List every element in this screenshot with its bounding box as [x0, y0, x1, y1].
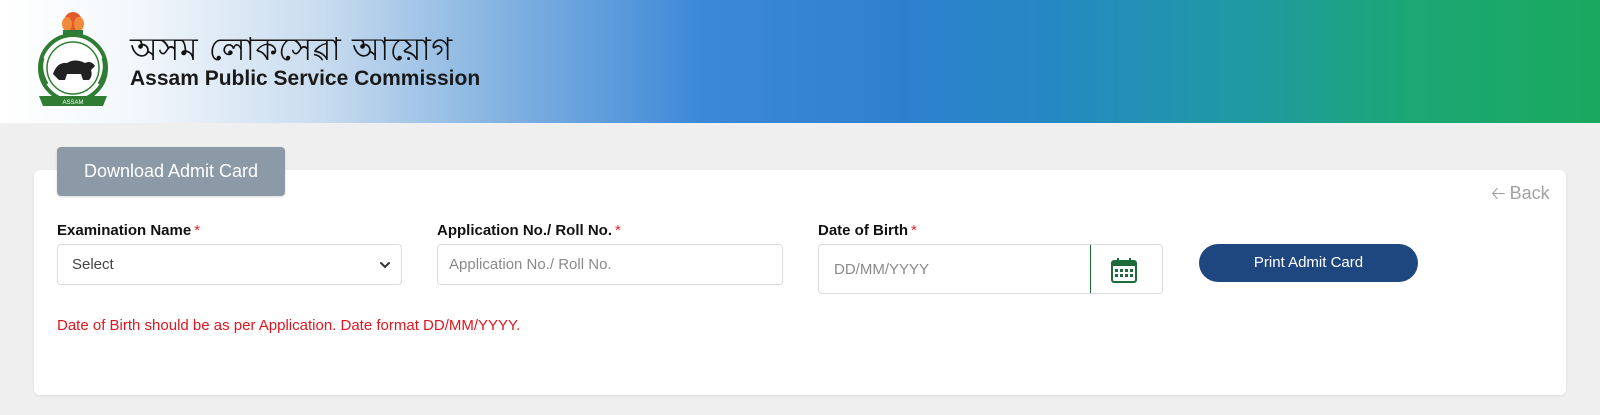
apsc-emblem-logo: ASSAM	[38, 12, 108, 106]
application-no-placeholder: Application No./ Roll No.	[449, 256, 612, 273]
back-link[interactable]: 🡠 Back	[1491, 181, 1550, 211]
required-asterisk: *	[615, 222, 621, 239]
dob-format-note: Date of Birth should be as per Applicati…	[57, 317, 521, 334]
site-title-english: Assam Public Service Commission	[130, 67, 481, 90]
print-admit-card-button[interactable]: Print Admit Card	[1199, 244, 1418, 282]
application-no-label: Application No./ Roll No. *	[437, 222, 621, 239]
required-asterisk: *	[194, 222, 201, 239]
application-no-label-text: Application No./ Roll No.	[437, 222, 612, 239]
arrow-left-icon: 🡠	[1491, 183, 1506, 203]
application-no-input[interactable]: Application No./ Roll No.	[437, 244, 783, 285]
tab-download-admit-card[interactable]: Download Admit Card	[57, 147, 285, 196]
dob-input-group: DD/MM/YYYY	[818, 244, 1163, 294]
dob-label-text: Date of Birth	[818, 222, 908, 239]
dob-input[interactable]: DD/MM/YYYY	[834, 245, 929, 294]
back-label: Back	[1509, 183, 1550, 203]
site-header: ASSAM অসম লোকসেৱা আয়োগ Assam Public Ser…	[0, 0, 1600, 123]
dob-label: Date of Birth *	[818, 222, 917, 239]
exam-name-label: Examination Name *	[57, 222, 200, 239]
emblem-ribbon-text: ASSAM	[62, 100, 83, 106]
calendar-icon[interactable]	[1110, 257, 1138, 283]
dob-divider	[1090, 245, 1091, 293]
exam-name-label-text: Examination Name	[57, 222, 192, 239]
required-asterisk: *	[911, 222, 917, 239]
exam-name-selected-value: Select	[72, 256, 114, 273]
exam-name-select[interactable]: Select	[57, 244, 402, 285]
chevron-down-icon	[380, 262, 390, 269]
